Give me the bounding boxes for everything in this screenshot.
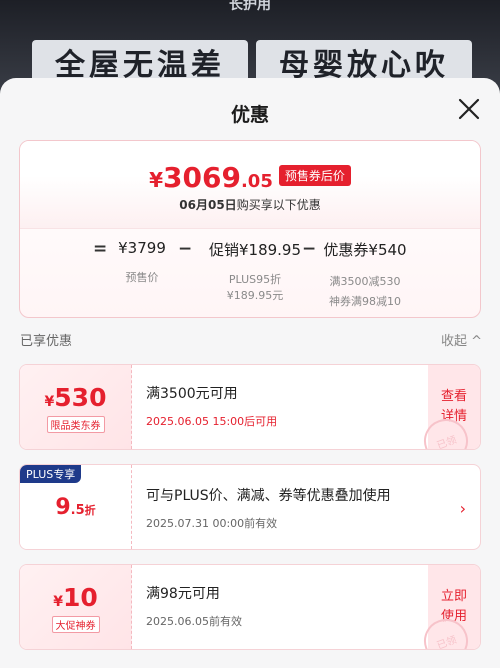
action-line-1: 查看 <box>440 389 467 404</box>
promotion-sub-1: PLUS95折 <box>228 273 282 286</box>
coupon-condition: 可与PLUS价、满减、券等优惠叠加使用 <box>146 488 391 504</box>
sheet-title: 优惠 <box>230 104 269 126</box>
price-currency: ¥ <box>149 168 164 192</box>
discount-unit: 折 <box>84 504 96 517</box>
action-line-1: 立即 <box>440 589 467 604</box>
coupon-details: 满98元可用 2025.06.05前有效 <box>146 583 242 629</box>
equals-sign: = <box>93 239 108 259</box>
final-price-row: ¥ 3069 .05 预售券后价 <box>20 161 480 194</box>
coupon-value-area: ¥10 大促神券 <box>20 565 132 649</box>
coupon-details: 满3500元可用 2025.06.05 15:00后可用 <box>146 383 277 429</box>
discount-sheet: 优惠 ¥ 3069 .05 预售券后价 06月05日购买享以下优惠 = ¥379… <box>0 78 500 668</box>
coupon-condition: 满3500元可用 <box>146 386 238 402</box>
coupon-type-label: 大促神券 <box>51 616 100 633</box>
coupon-currency: ¥ <box>53 594 63 610</box>
close-icon[interactable] <box>456 96 482 122</box>
coupon-time: 2025.06.05 15:00后可用 <box>146 415 278 428</box>
presale-price: ¥3799 预售价 <box>112 239 172 287</box>
coupon-sub-1: 满3500减530 <box>329 275 401 288</box>
coupon-amount: 530 <box>54 383 107 412</box>
presale-price-value: ¥3799 <box>118 239 166 257</box>
purchase-date-note: 06月05日购买享以下优惠 <box>20 196 480 213</box>
promotion-sub-2: ¥189.95元 <box>226 289 284 302</box>
coupon-time: 2025.07.31 00:00前有效 <box>146 517 278 530</box>
purchase-date-suffix: 购买享以下优惠 <box>236 198 321 212</box>
chevron-right-icon[interactable]: › <box>460 499 466 518</box>
price-formula: = ¥3799 预售价 − 促销¥189.95 PLUS95折 ¥189.95元… <box>20 239 480 309</box>
section-title: 已享优惠 <box>20 334 73 349</box>
collapse-button[interactable]: 收起 ^ <box>441 330 482 349</box>
coupon-type-label: 限品类东券 <box>46 416 105 433</box>
coupon-condition: 满98元可用 <box>146 586 220 602</box>
coupon-card[interactable]: ¥10 大促神券 满98元可用 2025.06.05前有效 立即 使用 已领 <box>19 564 481 650</box>
coupon-currency: ¥ <box>44 394 55 410</box>
presale-price-label: 预售价 <box>125 271 159 284</box>
discount-rate: 9 <box>55 495 71 520</box>
coupon-total: 优惠券¥540 满3500减530 神券满98减10 <box>320 239 410 312</box>
plus-exclusive-badge: PLUS专享 <box>20 465 82 483</box>
coupon-total-value: 优惠券¥540 <box>323 241 407 259</box>
minus-sign-1: − <box>178 239 193 259</box>
promotion-value: 促销¥189.95 <box>208 241 302 259</box>
discount-rate-decimal: .5 <box>70 503 85 518</box>
coupon-amount: 10 <box>62 583 98 612</box>
coupon-sub-2: 神券满98减10 <box>329 295 401 308</box>
plus-discount-card[interactable]: 9.5折 PLUS专享 可与PLUS价、满减、券等优惠叠加使用 2025.07.… <box>19 464 481 550</box>
promotion: 促销¥189.95 PLUS95折 ¥189.95元 <box>200 239 310 304</box>
price-tag-badge: 预售券后价 <box>278 165 351 186</box>
minus-sign-2: − <box>302 239 317 259</box>
final-price: ¥ 3069 .05 <box>149 161 273 194</box>
coupon-time: 2025.06.05前有效 <box>146 615 242 628</box>
section-header: 已享优惠 收起 ^ <box>20 330 482 350</box>
purchase-date: 06月05日 <box>179 198 237 212</box>
coupon-card[interactable]: ¥530 限品类东券 满3500元可用 2025.06.05 15:00后可用 … <box>19 364 481 450</box>
banner-top-text: 长护用 <box>229 0 271 13</box>
price-summary-card: ¥ 3069 .05 预售券后价 06月05日购买享以下优惠 = ¥3799 预… <box>19 140 481 318</box>
price-decimal: .05 <box>240 171 273 192</box>
price-integer: 3069 <box>163 161 241 194</box>
coupon-details: 可与PLUS价、满减、券等优惠叠加使用 2025.07.31 00:00前有效 <box>146 485 391 531</box>
coupon-value-area: ¥530 限品类东券 <box>20 365 132 449</box>
